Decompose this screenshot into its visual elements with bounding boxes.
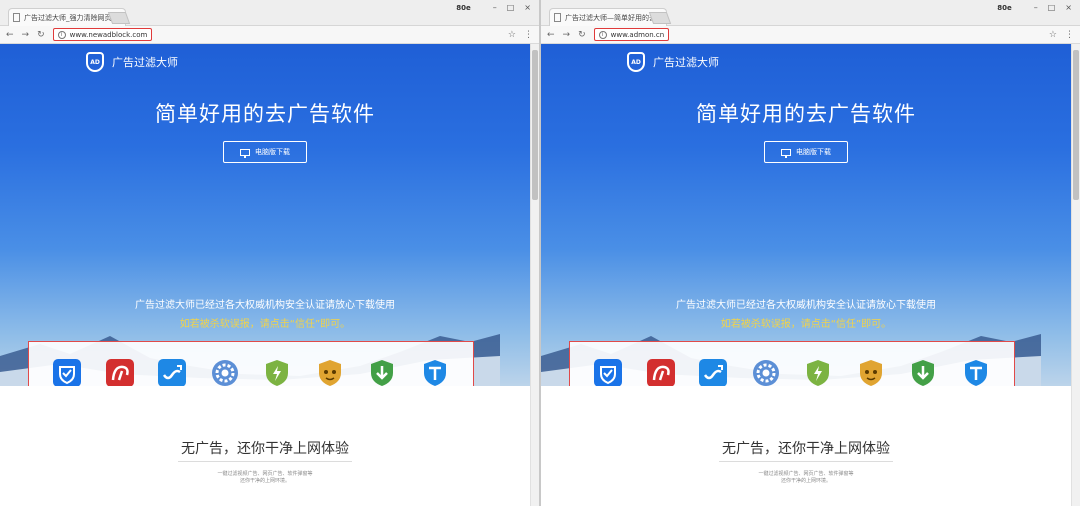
address-bar[interactable]: i www.admon.cn (593, 28, 670, 41)
page-icon (13, 13, 20, 22)
maximize-icon[interactable]: □ (507, 3, 515, 12)
browser-tab[interactable]: 广告过滤大师—简单好用的去广告软件 × (549, 8, 667, 26)
360-icon (266, 360, 289, 386)
feature-line-2: 还你干净的上网环境。 (239, 478, 290, 484)
download-shield-icon (912, 360, 935, 386)
tab-title: 广告过滤大师—简单好用的去广告软件 (565, 13, 654, 22)
profile-label[interactable]: 80e (456, 4, 471, 12)
forward-icon[interactable]: → (563, 30, 571, 40)
bookmark-star-icon[interactable]: ☆ (508, 30, 516, 40)
browser-toolbar: ← → ↻ i www.admon.cn ☆ ⋮ (541, 26, 1080, 44)
hero-section: AD 广告过滤大师 简单好用的去广告软件 电脑版下载 广告过滤大师已经过各大权威… (0, 44, 530, 386)
back-icon[interactable]: ← (6, 30, 14, 40)
feature-line-2: 还你干净的上网环境。 (780, 478, 831, 484)
browser-window-right: 广告过滤大师—简单好用的去广告软件 × 80e – □ × ← → ↻ i ww… (540, 0, 1080, 506)
hero-section: AD 广告过滤大师 简单好用的去广告软件 电脑版下载 广告过滤大师已经过各大权威… (541, 44, 1071, 386)
certification-text: 广告过滤大师已经过各大权威机构安全认证请放心下载使用 (676, 300, 936, 311)
browser-tab[interactable]: 广告过滤大师_强力清除网页广告 × (8, 8, 126, 26)
hero-title: 简单好用的去广告软件 (696, 102, 916, 126)
t-shield-icon (964, 360, 987, 386)
features-section: 无广告，还你干净上网体验 一键过滤视频广告、网页广告、软件弹窗等 还你干净的上网… (541, 386, 1071, 506)
new-tab-button[interactable] (107, 12, 131, 24)
trust-hint-text: 如若被杀软误报，请点击“信任”即可。 (179, 319, 351, 330)
gear-shield-icon (211, 360, 238, 386)
logo-text: 广告过滤大师 (653, 56, 719, 69)
close-window-icon[interactable]: × (524, 3, 531, 12)
page-icon (554, 13, 561, 22)
jinshan-icon (158, 359, 187, 387)
maximize-icon[interactable]: □ (1048, 3, 1056, 12)
reload-icon[interactable]: ↻ (578, 30, 586, 40)
close-window-icon[interactable]: × (1065, 3, 1072, 12)
trust-hint-text: 如若被杀软误报，请点击“信任”即可。 (720, 319, 892, 330)
reload-icon[interactable]: ↻ (37, 30, 45, 40)
bookmark-star-icon[interactable]: ☆ (1049, 30, 1057, 40)
download-shield-icon (371, 360, 394, 386)
t-shield-icon (423, 360, 446, 386)
divider (719, 461, 893, 462)
hero-title: 简单好用的去广告软件 (155, 102, 375, 126)
feature-description: 一键过滤视频广告、网页广告、软件弹窗等 还你干净的上网环境。 (0, 471, 530, 485)
avira-icon (646, 359, 675, 387)
jinshan-icon (699, 359, 728, 387)
feature-line-1: 一键过滤视频广告、网页广告、软件弹窗等 (217, 471, 313, 477)
vertical-scrollbar[interactable] (530, 44, 539, 506)
shield-logo-icon: AD (627, 52, 645, 72)
scrollbar-thumb[interactable] (532, 50, 538, 200)
360-icon (807, 360, 830, 386)
feature-description: 一键过滤视频广告、网页广告、软件弹窗等 还你干净的上网环境。 (541, 471, 1071, 485)
minimize-icon[interactable]: – (1034, 3, 1038, 12)
avira-icon (105, 359, 134, 387)
rising-icon (859, 360, 882, 386)
download-button[interactable]: 电脑版下载 (764, 141, 848, 163)
new-tab-button[interactable] (648, 12, 672, 24)
logo-text: 广告过滤大师 (112, 56, 178, 69)
window-controls: 80e – □ × (456, 3, 531, 12)
minimize-icon[interactable]: – (493, 3, 497, 12)
back-icon[interactable]: ← (547, 30, 555, 40)
tab-strip: 广告过滤大师_强力清除网页广告 × 80e – □ × (0, 0, 539, 26)
tab-strip: 广告过滤大师—简单好用的去广告软件 × 80e – □ × (541, 0, 1080, 26)
features-section: 无广告，还你干净上网体验 一键过滤视频广告、网页广告、软件弹窗等 还你干净的上网… (0, 386, 530, 506)
tencent-security-icon (53, 359, 82, 387)
monitor-icon (781, 148, 791, 158)
shield-logo-icon: AD (86, 52, 104, 72)
download-label: 电脑版下载 (796, 148, 831, 156)
menu-icon[interactable]: ⋮ (1065, 30, 1074, 40)
tencent-security-icon (594, 359, 623, 387)
url-text: www.newadblock.com (69, 30, 148, 39)
site-logo[interactable]: AD 广告过滤大师 (86, 52, 178, 72)
info-icon[interactable]: i (57, 30, 66, 39)
page-viewport: AD 广告过滤大师 简单好用的去广告软件 电脑版下载 广告过滤大师已经过各大权威… (0, 44, 530, 506)
feature-line-1: 一键过滤视频广告、网页广告、软件弹窗等 (758, 471, 854, 477)
forward-icon[interactable]: → (22, 30, 30, 40)
window-controls: 80e – □ × (997, 3, 1072, 12)
screenshot-stage: 广告过滤大师_强力清除网页广告 × 80e – □ × ← → ↻ i www.… (0, 0, 1080, 506)
info-icon[interactable]: i (598, 30, 607, 39)
menu-icon[interactable]: ⋮ (524, 30, 533, 40)
scrollbar-thumb[interactable] (1073, 50, 1079, 200)
certification-text: 广告过滤大师已经过各大权威机构安全认证请放心下载使用 (135, 300, 395, 311)
url-text: www.admon.cn (610, 30, 665, 39)
monitor-icon (240, 148, 250, 158)
rising-icon (318, 360, 341, 386)
tab-title: 广告过滤大师_强力清除网页广告 (24, 13, 113, 22)
divider (178, 461, 352, 462)
browser-window-left: 广告过滤大师_强力清除网页广告 × 80e – □ × ← → ↻ i www.… (0, 0, 540, 506)
download-label: 电脑版下载 (255, 148, 290, 156)
browser-toolbar: ← → ↻ i www.newadblock.com ☆ ⋮ (0, 26, 539, 44)
site-logo[interactable]: AD 广告过滤大师 (627, 52, 719, 72)
vertical-scrollbar[interactable] (1071, 44, 1080, 506)
slogan-heading: 无广告，还你干净上网体验 (181, 441, 349, 457)
profile-label[interactable]: 80e (997, 4, 1012, 12)
slogan-heading: 无广告，还你干净上网体验 (722, 441, 890, 457)
page-viewport: AD 广告过滤大师 简单好用的去广告软件 电脑版下载 广告过滤大师已经过各大权威… (541, 44, 1071, 506)
address-bar[interactable]: i www.newadblock.com (52, 28, 153, 41)
download-button[interactable]: 电脑版下载 (223, 141, 307, 163)
gear-shield-icon (752, 360, 779, 386)
